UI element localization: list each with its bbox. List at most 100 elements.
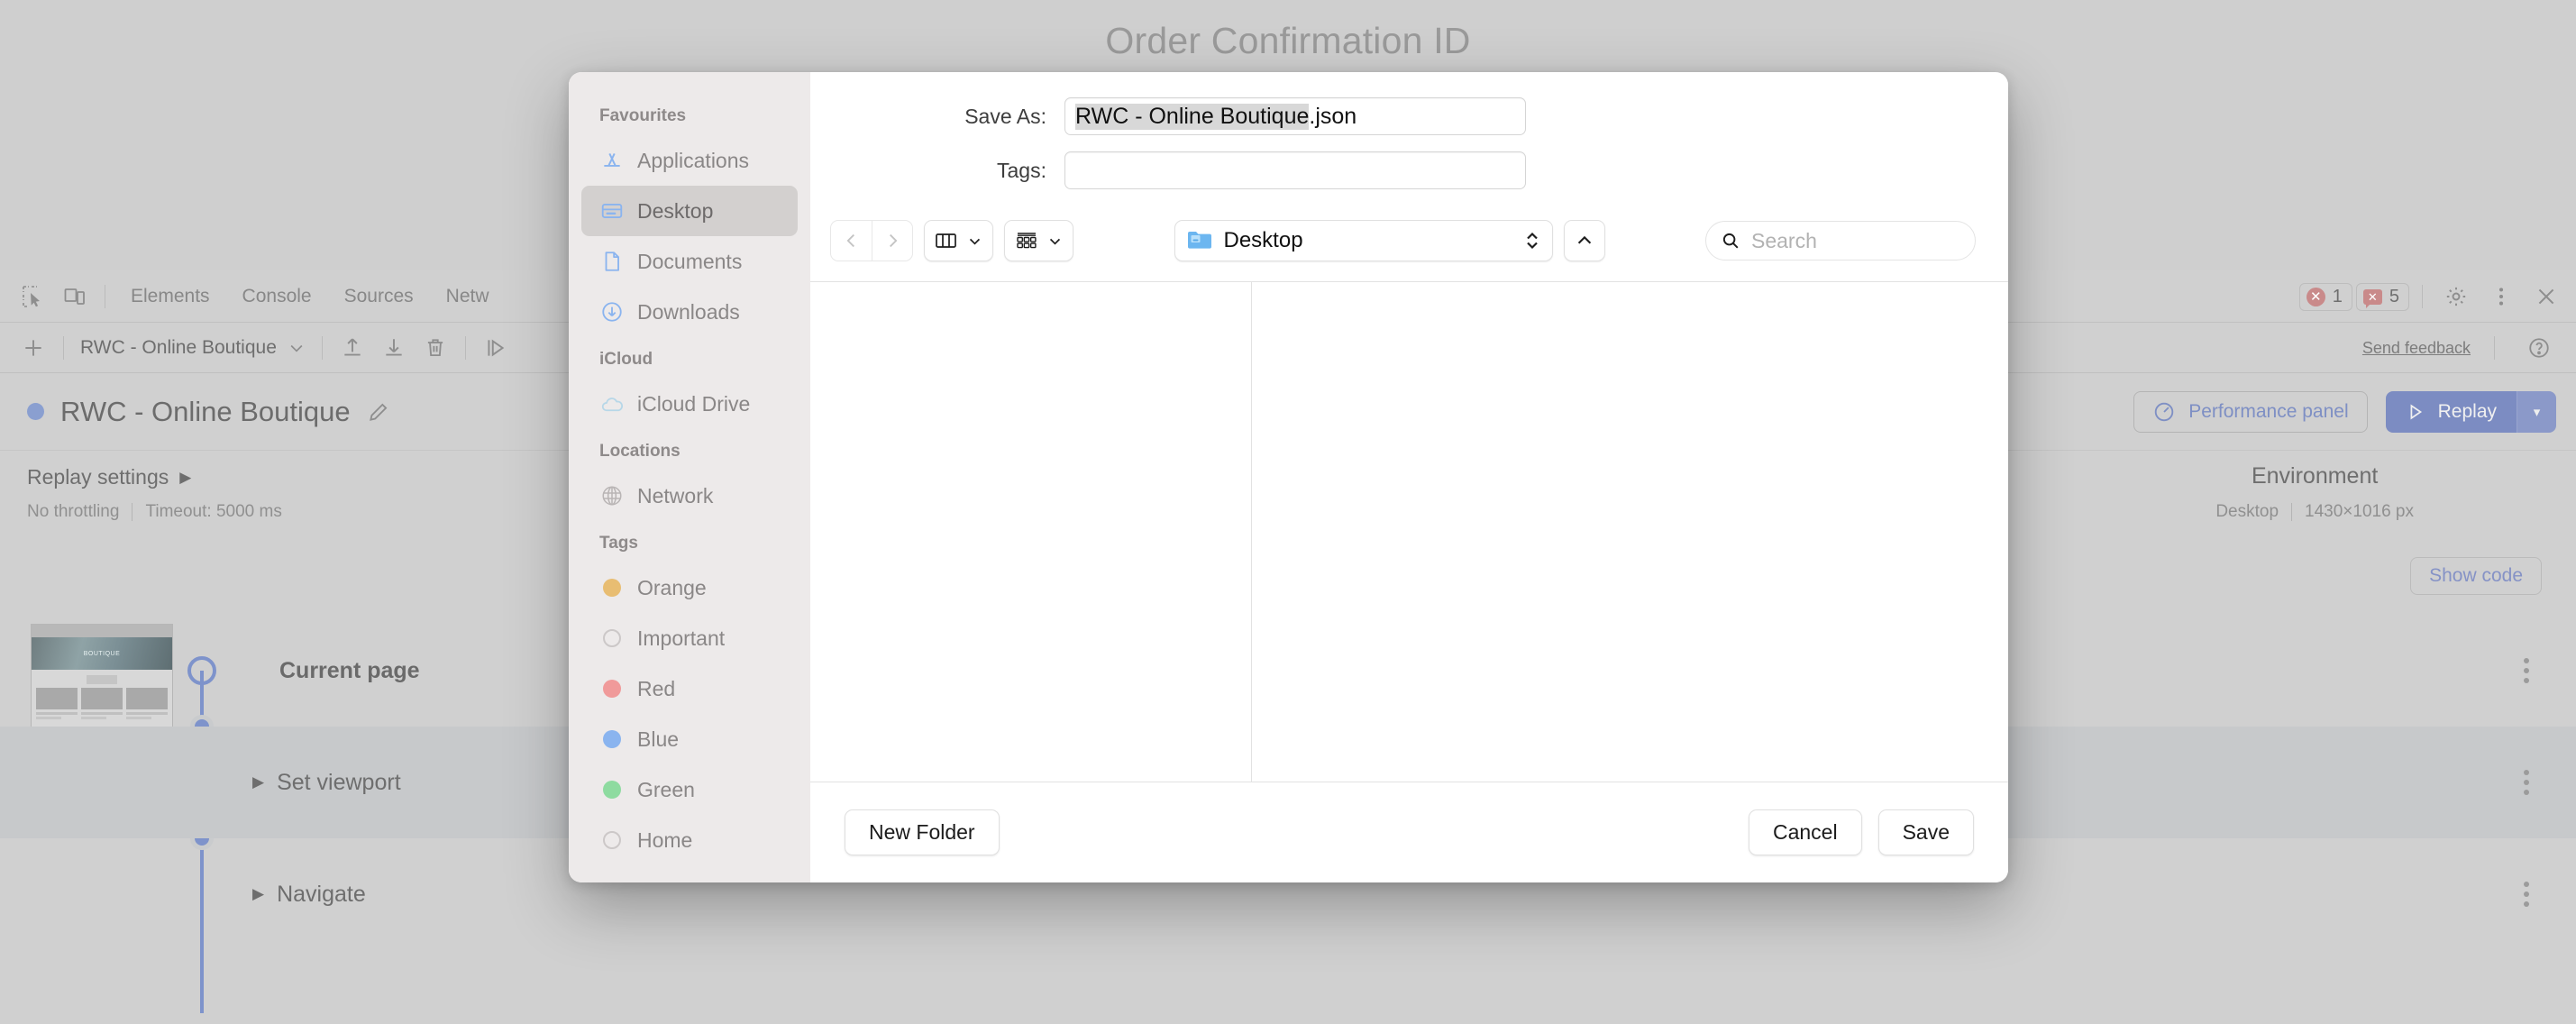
save-as-row: Save As: RWC - Online Boutique .json [810,97,1972,135]
path-popup-button[interactable]: Desktop [1174,220,1553,261]
tab-sources[interactable]: Sources [328,270,430,323]
sidebar-item-label: Downloads [637,299,740,324]
sidebar-item-label: iCloud Drive [637,391,751,416]
group-by-button[interactable] [1004,220,1073,261]
sidebar-item-downloads[interactable]: Downloads [581,287,798,337]
inspect-element-icon[interactable] [13,276,54,317]
recording-header-actions: Performance panel Replay ▾ [2133,373,2556,451]
recording-selector-label: RWC - Online Boutique [80,336,277,358]
sidebar-item-label: Network [637,483,714,507]
tab-network[interactable]: Netw [430,270,506,323]
sidebar-item-desktop[interactable]: Desktop [581,186,798,236]
performance-panel-button[interactable]: Performance panel [2133,391,2368,433]
replay-button-group: Replay ▾ [2385,391,2556,433]
sidebar-tag-blue[interactable]: Blue [581,714,798,764]
divider [2291,503,2293,521]
footer-actions: Cancel Save [1748,809,1974,855]
tab-console[interactable]: Console [226,270,328,323]
sidebar-item-applications[interactable]: Applications [581,135,798,186]
chevron-up-icon [1577,235,1591,244]
sidebar-section-favourites: Favourites [599,106,687,125]
sidebar-tag-orange[interactable]: Orange [581,562,798,613]
send-feedback-link[interactable]: Send feedback [2362,339,2471,358]
sidebar-item-network[interactable]: Network [581,471,798,521]
column-view-icon [936,233,956,248]
sidebar-tag-red[interactable]: Red [581,663,798,714]
new-folder-button[interactable]: New Folder [845,809,1000,855]
recording-status-dot [27,403,44,420]
export-recording-icon[interactable] [373,327,415,369]
issue-count-badge[interactable]: ✕ 5 [2355,282,2409,311]
delete-recording-icon[interactable] [415,327,456,369]
more-vertical-icon[interactable] [2480,276,2522,317]
step-menu-button[interactable] [2524,770,2529,795]
view-mode-button[interactable] [924,220,993,261]
sidebar-item-label: Important [637,626,726,650]
toolbar-divider-2 [2422,285,2423,308]
save-button[interactable]: Save [1877,809,1974,855]
sidebar-item-documents[interactable]: Documents [581,236,798,287]
toolbar-divider-6 [2494,336,2495,360]
file-column-1[interactable] [810,282,1252,782]
timeout-value: Timeout: 5000 ms [145,502,282,521]
sidebar-tag-important[interactable]: Important [581,613,798,663]
go-up-button[interactable] [1563,220,1605,261]
step-set-viewport[interactable]: ▶ Set viewport [252,770,401,796]
pencil-icon[interactable] [367,400,390,424]
chevron-down-icon [1049,238,1061,245]
expand-caret-icon[interactable]: ▶ [252,885,264,903]
dialog-footer: New Folder Cancel Save [810,782,2008,882]
device-toolbar-icon[interactable] [54,276,96,317]
gear-icon[interactable] [2435,276,2477,317]
chevron-down-icon [290,344,303,352]
close-icon[interactable] [2526,276,2567,317]
add-recording-button[interactable] [13,327,54,369]
environment-title: Environment [2251,463,2379,489]
search-placeholder: Search [1751,228,1817,252]
sidebar-item-label: Green [637,777,695,801]
save-as-label: Save As: [964,104,1046,128]
filename-extension: .json [1309,103,1357,129]
sidebar-tag-green[interactable]: Green [581,764,798,815]
replay-options-button[interactable]: ▾ [2517,391,2556,433]
environment-block: Environment Desktop 1430×1016 px [2215,463,2414,522]
environment-summary: Desktop 1430×1016 px [2215,502,2414,522]
tags-input[interactable] [1064,151,1526,189]
step-menu-button[interactable] [2524,882,2529,907]
sidebar-tag-home[interactable]: Home [581,815,798,865]
step-label-navigate: Navigate [277,881,366,907]
back-button[interactable] [830,220,872,261]
search-input[interactable]: Search [1705,221,1976,261]
recording-selector[interactable]: RWC - Online Boutique [73,337,313,359]
network-icon [599,483,625,508]
sidebar-item-icloud-drive[interactable]: iCloud Drive [581,379,798,429]
folder-icon [1187,232,1211,249]
step-menu-button[interactable] [2524,658,2529,683]
devtools-tabbar-right: ✕ 1 ✕ 5 [2298,270,2567,323]
path-popup-label: Desktop [1223,228,1303,252]
documents-icon [599,249,625,274]
tab-elements[interactable]: Elements [114,270,226,323]
step-label-current-page: Current page [279,657,420,683]
sidebar-section-locations: Locations [599,442,681,461]
tags-row: Tags: [810,151,1972,189]
search-icon [1722,233,1739,249]
filename-base: RWC - Online Boutique [1075,103,1310,130]
dialog-sidebar: Favourites Applications Desktop Document… [569,72,810,882]
import-recording-icon[interactable] [332,327,373,369]
sidebar-item-label: Applications [637,148,750,172]
error-count-badge[interactable]: ✕ 1 [2298,282,2352,311]
cancel-button[interactable]: Cancel [1748,809,1862,855]
filename-input[interactable]: RWC - Online Boutique .json [1064,97,1526,135]
chevron-down-icon [969,238,981,245]
show-code-button[interactable]: Show code [2410,557,2542,595]
forward-button[interactable] [872,220,913,261]
expand-caret-icon[interactable]: ▶ [252,773,264,791]
step-over-icon[interactable] [475,327,516,369]
help-icon[interactable] [2518,327,2560,369]
step-navigate[interactable]: ▶ Navigate [252,882,366,908]
group-by-icon [1017,233,1037,249]
page-thumbnail: BOUTIQUE [31,624,173,728]
replay-button[interactable]: Replay [2385,391,2517,433]
file-column-2[interactable] [1252,282,2008,782]
